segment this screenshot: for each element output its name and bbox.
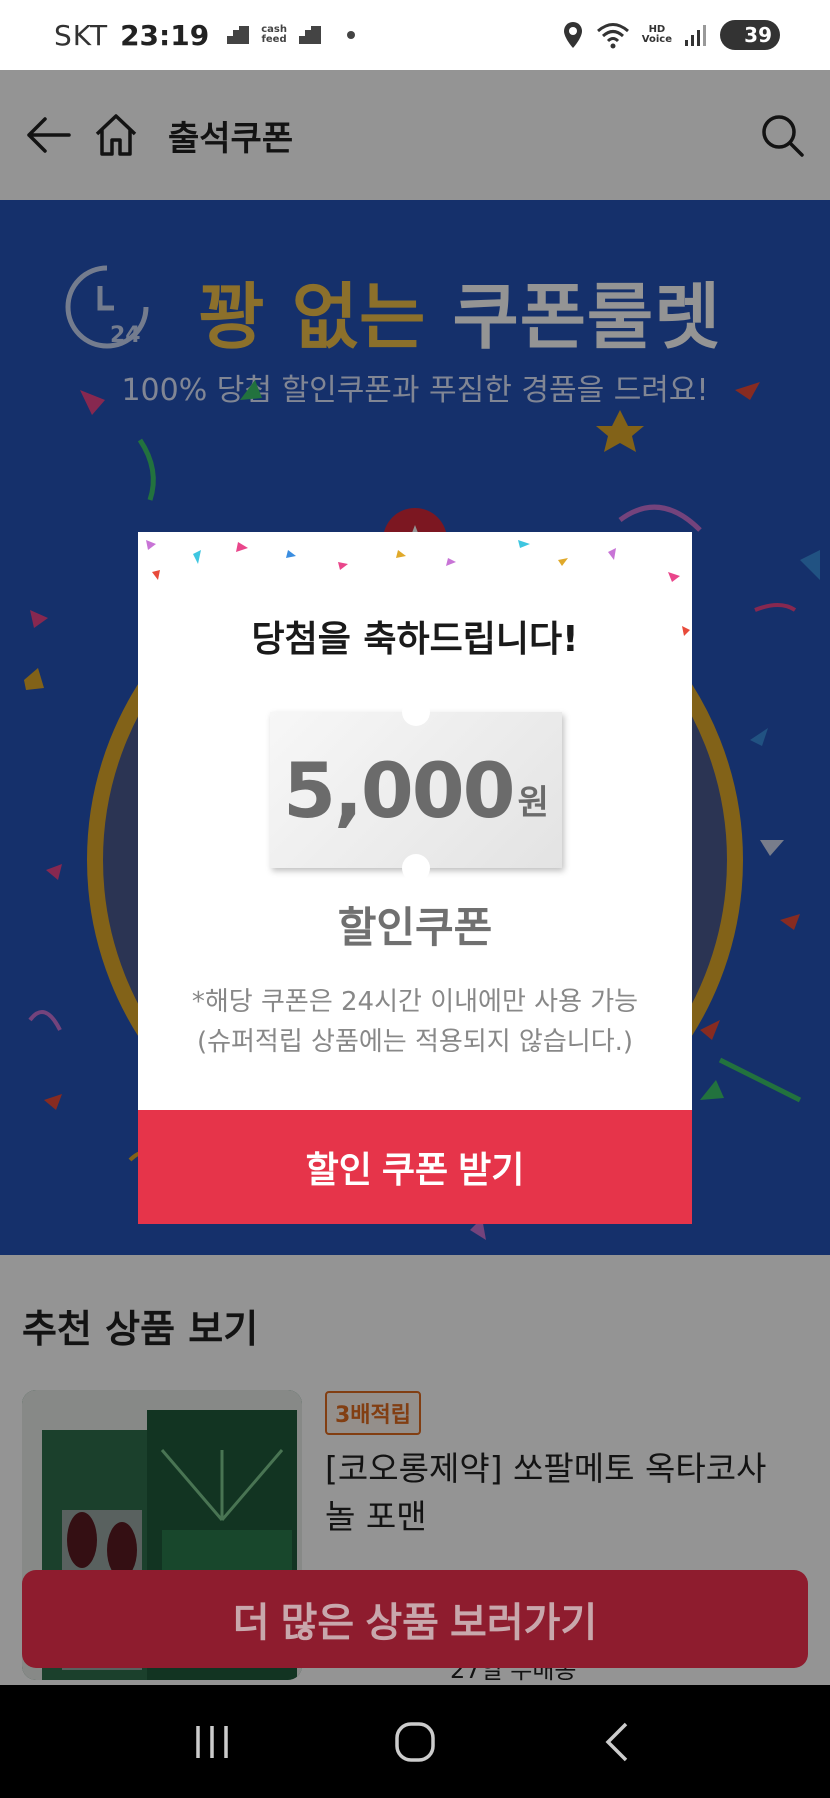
- notice-line-2: (슈퍼적립 상품에는 적용되지 않습니다.): [196, 1027, 634, 1057]
- get-coupon-button[interactable]: 할인 쿠폰 받기: [138, 1110, 692, 1224]
- system-icons: HD Voice 39: [562, 20, 780, 50]
- coupon-type: 할인쿠폰: [337, 903, 493, 952]
- recent-apps-button[interactable]: [167, 1707, 257, 1777]
- battery-level: 39: [744, 23, 772, 47]
- home-nav-button[interactable]: [370, 1707, 460, 1777]
- back-nav-button[interactable]: [573, 1707, 663, 1777]
- coupon-unit: 원: [517, 782, 549, 823]
- hd-voice-icon: HD Voice: [642, 25, 672, 45]
- notification-icons: cash feed: [225, 24, 355, 46]
- app-notification-icon: [227, 26, 250, 44]
- wifi-icon: [596, 23, 629, 49]
- more-notifications-dot: [346, 31, 355, 39]
- signal-icon: [685, 25, 706, 46]
- status-bar: SKT 23:19 cash feed HD Voice 39: [0, 0, 830, 70]
- location-icon: [563, 22, 582, 48]
- cashfeed-text-bottom: feed: [261, 34, 287, 45]
- ticket-notch-bottom: [402, 854, 430, 882]
- coupon-win-modal: 당첨을 축하드립니다! 5,000 원 할인쿠폰 *해당 쿠폰은 24시간 이내…: [138, 532, 692, 1224]
- back-chevron-icon: [605, 1722, 628, 1761]
- carrier-label: SKT: [54, 18, 109, 52]
- screen: SKT 23:19 cash feed HD Voice 39 출석쿠폰 24 …: [0, 0, 830, 1798]
- battery-indicator: 39: [720, 20, 780, 50]
- voice-text: Voice: [641, 34, 672, 45]
- coupon-notice: *해당 쿠폰은 24시간 이내에만 사용 가능 (슈퍼적립 상품에는 적용되지 …: [138, 982, 692, 1062]
- ticket-notch-top: [402, 698, 430, 726]
- modal-title: 당첨을 축하드립니다!: [251, 619, 579, 660]
- notice-line-1: *해당 쿠폰은 24시간 이내에만 사용 가능: [191, 987, 639, 1017]
- coupon-amount: 5,000: [283, 745, 515, 835]
- clock-time: 23:19: [120, 18, 210, 52]
- app-notification-icon-2: [298, 26, 321, 44]
- home-circle-icon: [395, 1721, 435, 1762]
- more-products-button[interactable]: 더 많은 상품 보러가기: [22, 1570, 808, 1668]
- cashfeed-icon: cash feed: [261, 25, 287, 45]
- coupon-ticket: 5,000 원: [270, 698, 562, 882]
- system-nav-bar: [0, 1685, 830, 1798]
- recent-apps-icon: [195, 1725, 228, 1758]
